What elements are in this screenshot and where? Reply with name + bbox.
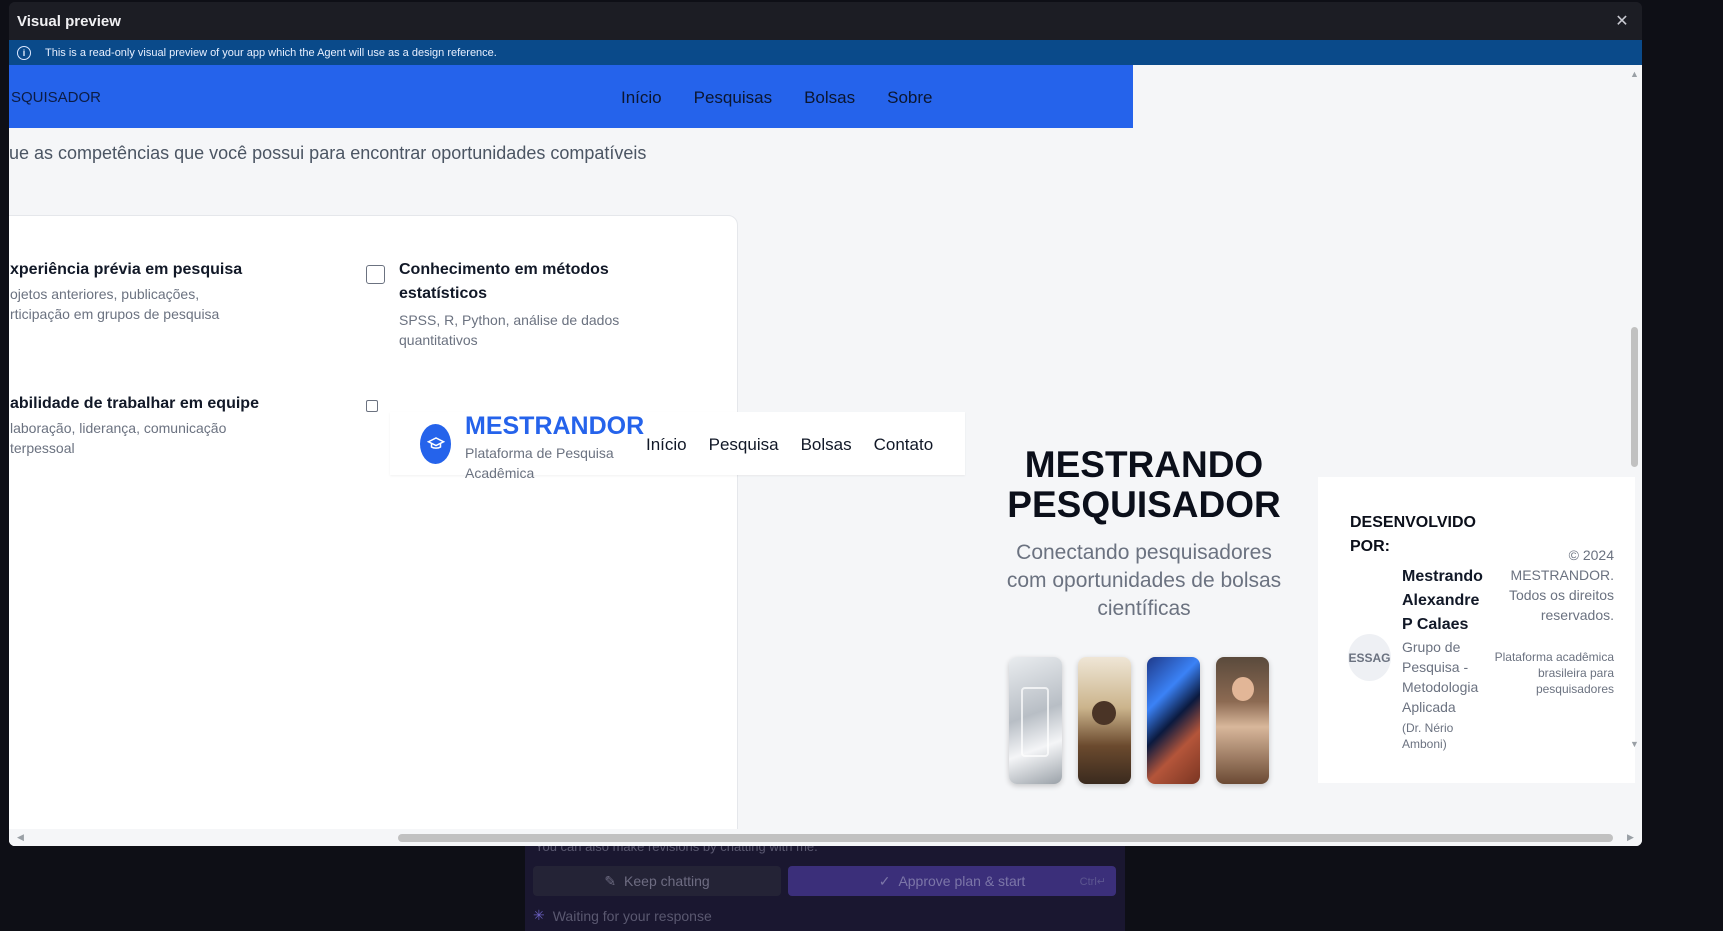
competency-item: abilidade de trabalhar em equipe laboraç… [10, 392, 290, 458]
developed-by-label: DESENVOLVIDO POR: [1350, 514, 1476, 555]
competency-desc: laboração, liderança, comunicação terpes… [10, 420, 227, 456]
competencies-card: xperiência prévia em pesquisa ojetos ant… [9, 215, 738, 846]
close-icon[interactable]: ✕ [1610, 9, 1634, 33]
info-icon: i [17, 45, 31, 60]
scroll-left-icon[interactable]: ◀ [17, 832, 24, 843]
approve-plan-button[interactable]: ✓ Approve plan & start Ctrl↵ [788, 866, 1116, 896]
hero-title: MESTRANDO PESQUISADOR [1007, 444, 1281, 525]
nav-link-bolsas[interactable]: Bolsas [804, 88, 855, 108]
scroll-right-icon[interactable]: ▶ [1627, 832, 1634, 843]
modal-header: Visual preview ✕ [9, 2, 1642, 40]
image-gallery [1009, 657, 1269, 784]
spinner-icon: ✳ [533, 907, 545, 923]
competency-title: abilidade de trabalhar em equipe [10, 395, 259, 412]
nav-links: Início Pesquisas Bolsas Sobre [621, 88, 932, 108]
vertical-scrollbar[interactable]: ▲ ▼ [1628, 65, 1640, 829]
competency-item: Conhecimento em métodos estatísticos SPS… [399, 258, 649, 350]
vertical-scroll-thumb[interactable] [1631, 327, 1638, 467]
approve-label: Approve plan & start [898, 873, 1026, 889]
waiting-status: ✳ Waiting for your response [533, 907, 712, 924]
hero-subtitle: Conectando pesquisadores com oportunidad… [1006, 541, 1282, 620]
nav-brand[interactable]: SQUISADOR [11, 89, 101, 106]
graduation-cap-icon [420, 424, 451, 464]
student-laptop-image [1216, 657, 1269, 784]
secondary-tagline: Plataforma de Pesquisa Acadêmica [465, 445, 614, 481]
research-group: Grupo de Pesquisa - Metodologia Aplicada [1402, 639, 1479, 715]
footer-panel: DESENVOLVIDO POR: ESSAG Mestrando Alexan… [1318, 477, 1635, 783]
nav-link-sobre[interactable]: Sobre [887, 88, 932, 108]
graffiti-art-image [1147, 657, 1200, 784]
scroll-up-icon[interactable]: ▲ [1630, 69, 1639, 79]
lab-glassware-image [1009, 657, 1062, 784]
preview-viewport[interactable]: SQUISADOR Início Pesquisas Bolsas Sobre … [9, 65, 1642, 846]
advisor-name: (Dr. Nério Amboni) [1402, 721, 1454, 751]
competency-desc: ojetos anteriores, publicações, rticipaç… [10, 286, 220, 322]
competency-title: Conhecimento em métodos estatísticos [399, 261, 609, 302]
platform-note: Plataforma acadêmica brasileira para pes… [1494, 650, 1614, 696]
competency-title: xperiência prévia em pesquisa [10, 261, 243, 278]
nav-link-inicio[interactable]: Início [621, 88, 662, 108]
library-research-image [1078, 657, 1131, 784]
visual-preview-modal: Visual preview ✕ i This is a read-only v… [9, 2, 1642, 846]
check-icon: ✓ [878, 872, 891, 889]
secondary-nav-pesquisa[interactable]: Pesquisa [709, 435, 779, 455]
approve-shortcut: Ctrl↵ [1079, 875, 1106, 888]
competency-desc: SPSS, R, Python, análise de dados quanti… [399, 312, 620, 348]
competency-checkbox-statistics[interactable] [366, 265, 385, 284]
edit-icon: ✎ [604, 872, 617, 889]
copyright-text: © 2024 MESTRANDOR. Todos os direitos res… [1508, 547, 1614, 623]
waiting-text: Waiting for your response [552, 907, 712, 924]
competency-checkbox-5[interactable] [366, 400, 378, 412]
developer-name: Mestrando Alexandre P Calaes [1402, 568, 1483, 633]
horizontal-scroll-thumb[interactable] [398, 834, 1613, 842]
nav-link-pesquisas[interactable]: Pesquisas [694, 88, 772, 108]
app-navbar: SQUISADOR Início Pesquisas Bolsas Sobre [9, 65, 1133, 128]
secondary-nav-bolsas[interactable]: Bolsas [801, 435, 852, 455]
page-subtitle: ue as competências que você possui para … [9, 143, 647, 163]
secondary-header: MESTRANDOR Plataforma de Pesquisa Acadêm… [390, 412, 965, 481]
read-only-banner: i This is a read-only visual preview of … [9, 40, 1642, 65]
scroll-down-icon[interactable]: ▼ [1630, 739, 1639, 749]
keep-chatting-label: Keep chatting [624, 873, 710, 889]
competency-item: xperiência prévia em pesquisa ojetos ant… [10, 258, 270, 324]
secondary-brand[interactable]: MESTRANDOR [465, 412, 644, 441]
essag-logo: ESSAG [1348, 634, 1391, 681]
modal-title: Visual preview [17, 12, 121, 30]
secondary-nav-links: Início Pesquisa Bolsas Contato [646, 435, 933, 455]
banner-text: This is a read-only visual preview of yo… [45, 46, 497, 59]
horizontal-scrollbar[interactable]: ◀ ▶ [9, 829, 1642, 846]
keep-chatting-button[interactable]: ✎ Keep chatting [533, 866, 781, 896]
secondary-nav-inicio[interactable]: Início [646, 435, 687, 455]
secondary-nav-contato[interactable]: Contato [874, 435, 934, 455]
